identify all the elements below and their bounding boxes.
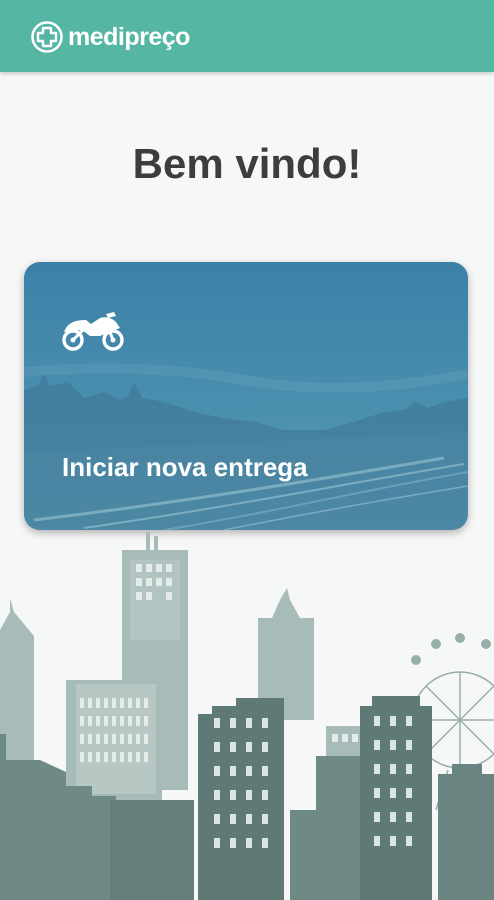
card-background-image <box>24 262 468 530</box>
new-delivery-label: Iniciar nova entrega <box>62 452 308 482</box>
new-delivery-card[interactable]: Iniciar nova entrega <box>24 262 468 530</box>
motorcycle-icon <box>62 312 124 351</box>
logo-text: medipreço <box>68 23 190 51</box>
city-skyline-illustration <box>0 532 494 900</box>
welcome-title: Bem vindo! <box>132 140 362 187</box>
app-logo: medipreço <box>30 20 190 54</box>
medipreco-cross-logo-icon <box>31 21 63 53</box>
app-bar: medipreço <box>0 0 494 72</box>
